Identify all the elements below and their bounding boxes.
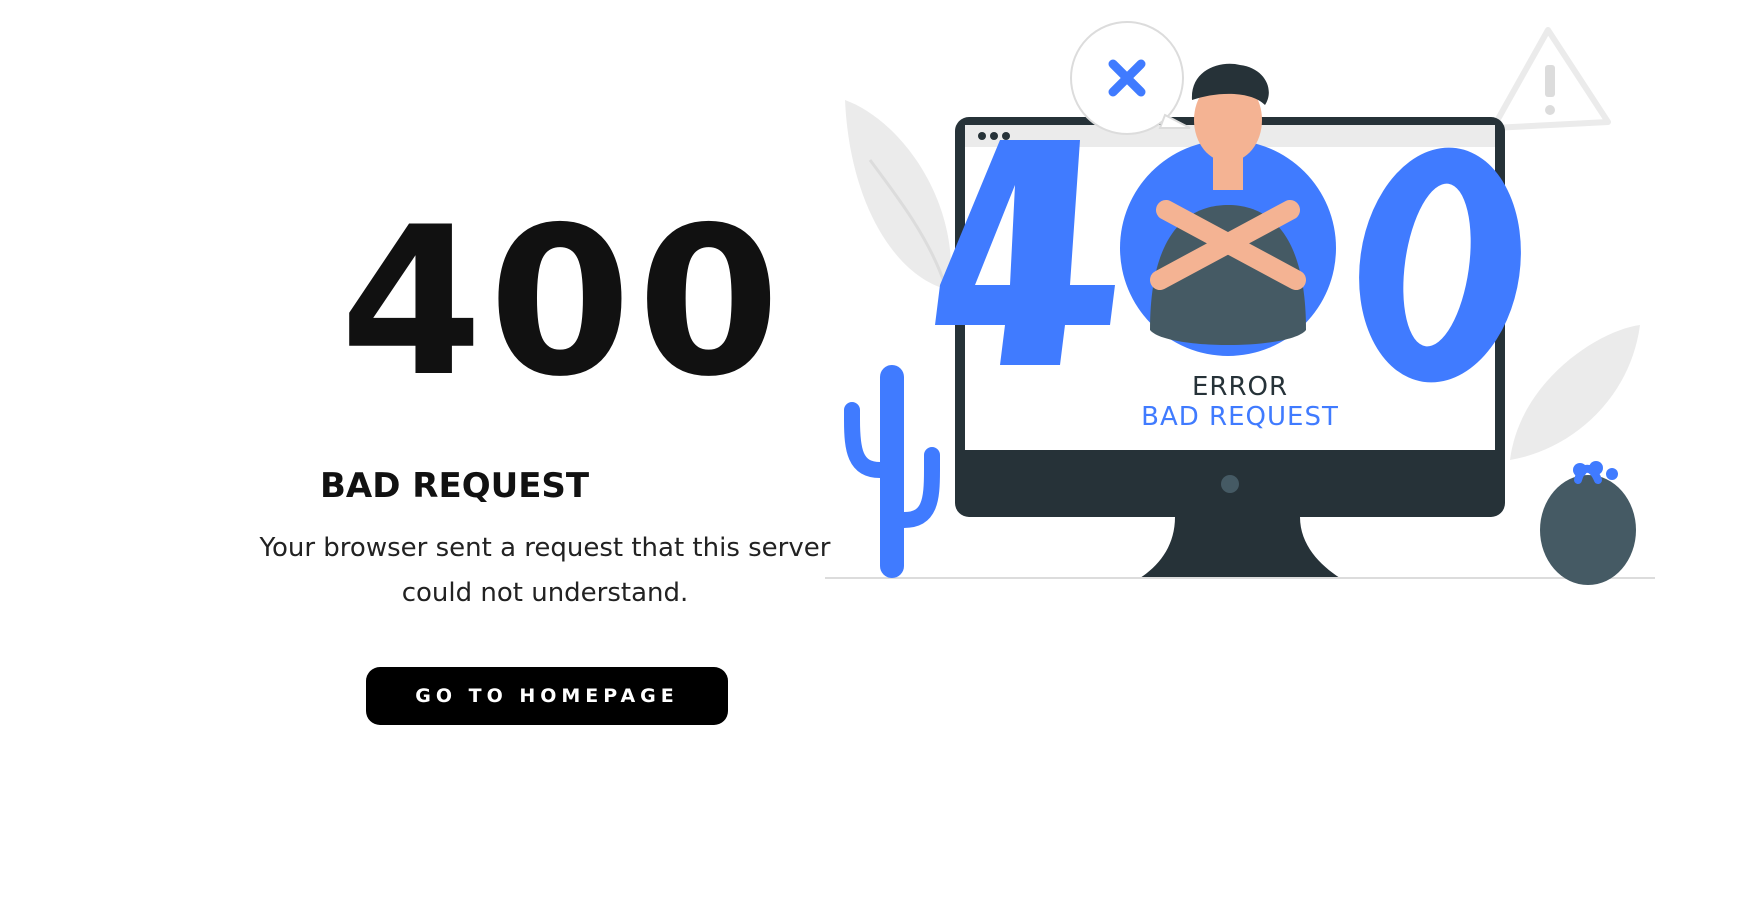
leaf-icon — [1510, 325, 1640, 460]
error-illustration — [820, 0, 1680, 600]
screen-bad-request-label: BAD REQUEST — [1141, 402, 1339, 432]
cactus-icon — [844, 365, 940, 578]
error-content: 400 BAD REQUEST Your browser sent a requ… — [0, 0, 840, 915]
screen-error-label: ERROR — [1191, 372, 1289, 402]
go-to-homepage-button[interactable]: GO TO HOMEPAGE — [366, 667, 728, 725]
warning-icon — [1490, 27, 1611, 131]
plant-icon — [1540, 461, 1636, 585]
leaf-icon — [845, 100, 952, 290]
error-code: 400 — [340, 184, 786, 422]
error-title: BAD REQUEST — [320, 466, 590, 506]
error-message: Your browser sent a request that this se… — [259, 533, 831, 608]
